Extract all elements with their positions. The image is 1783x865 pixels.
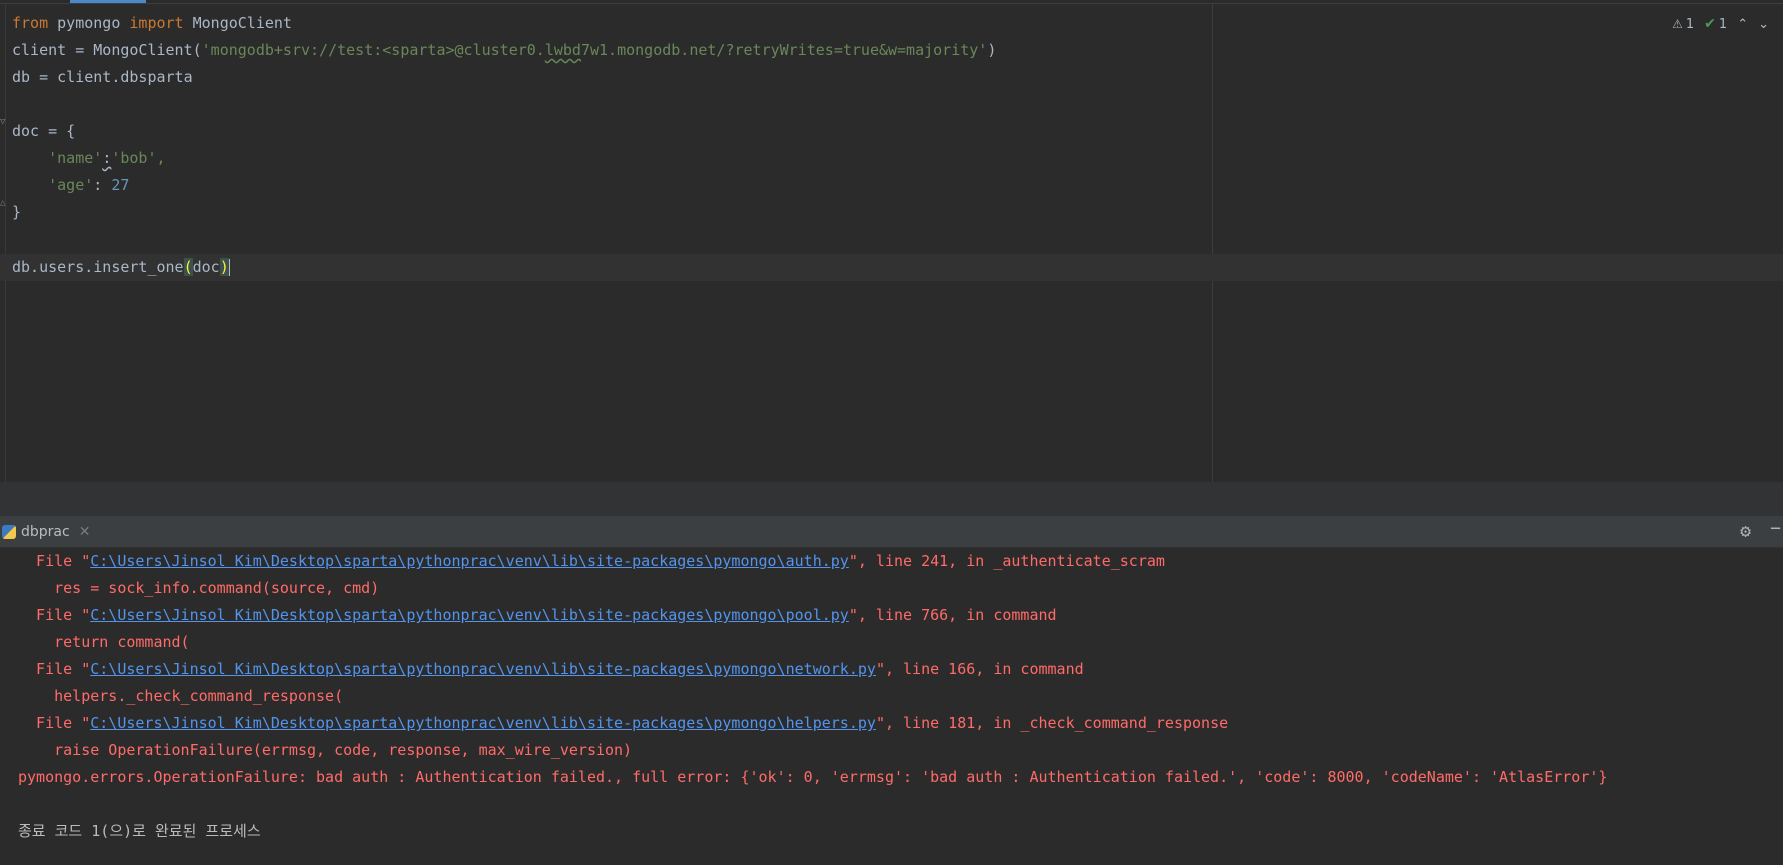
- traceback-code-line: return command(: [18, 633, 190, 651]
- connection-string-typo: lwbd: [544, 41, 581, 59]
- code-editor[interactable]: from pymongo import MongoClient client =…: [0, 4, 1783, 482]
- file-suffix: ", line 181, in _check_command_response: [875, 714, 1229, 732]
- code-line-7[interactable]: 'age': 27: [12, 172, 129, 199]
- code-line-5[interactable]: doc = {: [12, 118, 75, 145]
- next-highlight-icon[interactable]: ⌄: [1758, 17, 1769, 32]
- matched-paren-open: (: [183, 258, 193, 276]
- traceback-file-line: File "C:\Users\Jinsol Kim\Desktop\sparta…: [18, 602, 1057, 629]
- inspection-widget[interactable]: ⚠ 1 ✔ 1 ⌃ ⌄: [1672, 16, 1769, 32]
- close-paren: ): [987, 41, 997, 59]
- colon: :: [93, 176, 112, 194]
- file-link-helpers[interactable]: C:\Users\Jinsol Kim\Desktop\sparta\pytho…: [90, 714, 876, 732]
- error-message: pymongo.errors.OperationFailure: bad aut…: [18, 768, 1608, 786]
- doc-open: doc = {: [12, 122, 76, 140]
- value-bob: 'bob',: [111, 149, 166, 167]
- check-icon: ✔: [1704, 16, 1716, 32]
- code-line-10[interactable]: db.users.insert_one(doc): [12, 254, 230, 281]
- class-name: MongoClient: [183, 14, 292, 32]
- keyword-from: from: [12, 14, 49, 32]
- warnings-indicator[interactable]: ⚠ 1: [1672, 17, 1694, 32]
- panel-divider[interactable]: [0, 482, 1783, 516]
- traceback-file-line: File "C:\Users\Jinsol Kim\Desktop\sparta…: [18, 710, 1228, 737]
- insert-call: db.users.insert_one: [12, 258, 184, 276]
- file-suffix: ", line 166, in command: [875, 660, 1084, 678]
- client-assign: client = MongoClient(: [12, 41, 202, 59]
- code-line-6[interactable]: 'name':'bob',: [12, 145, 166, 172]
- python-icon: [2, 524, 16, 539]
- file-link-pool[interactable]: C:\Users\Jinsol Kim\Desktop\sparta\pytho…: [90, 606, 849, 624]
- code-line-2[interactable]: client = MongoClient('mongodb+srv://test…: [12, 37, 996, 64]
- traceback-code-line: raise OperationFailure(errmsg, code, res…: [18, 741, 633, 759]
- text-caret: [228, 259, 230, 276]
- key-name: 'name': [48, 149, 103, 167]
- file-suffix: ", line 241, in _authenticate_scram: [848, 552, 1165, 570]
- ok-count: 1: [1718, 16, 1728, 32]
- run-tool-window-header: dbprac ✕ ⚙ −: [0, 516, 1783, 548]
- process-exit-message: 종료 코드 1(으)로 완료된 프로세스: [18, 822, 261, 840]
- traceback-file-line: File "C:\Users\Jinsol Kim\Desktop\sparta…: [18, 548, 1165, 575]
- traceback-file-line: File "C:\Users\Jinsol Kim\Desktop\sparta…: [18, 656, 1084, 683]
- previous-highlight-icon[interactable]: ⌃: [1737, 17, 1748, 32]
- value-27: 27: [111, 176, 130, 194]
- fold-start-icon[interactable]: ▽: [0, 118, 8, 127]
- code-line-1[interactable]: from pymongo import MongoClient: [12, 10, 292, 37]
- colon-warning: :: [102, 149, 112, 167]
- file-prefix: File ": [18, 606, 91, 624]
- connection-string-part1: 'mongodb+srv://test:<sparta>@cluster0.: [201, 41, 545, 59]
- doc-close: }: [12, 203, 22, 221]
- arg-doc: doc: [192, 258, 220, 276]
- fold-end-icon[interactable]: △: [0, 199, 8, 208]
- file-prefix: File ": [18, 552, 91, 570]
- module-name: pymongo: [48, 14, 130, 32]
- warning-icon: ⚠: [1672, 17, 1683, 31]
- right-margin-guide: [1212, 4, 1213, 482]
- run-console[interactable]: File "C:\Users\Jinsol Kim\Desktop\sparta…: [0, 548, 1783, 865]
- matched-paren-close: ): [219, 258, 229, 276]
- key-age: 'age': [48, 176, 94, 194]
- close-icon[interactable]: ✕: [79, 524, 91, 540]
- run-tab-dbprac[interactable]: dbprac ✕: [0, 516, 90, 547]
- warnings-count: 1: [1685, 16, 1695, 32]
- db-assign: db = client.dbsparta: [12, 68, 193, 86]
- file-link-auth[interactable]: C:\Users\Jinsol Kim\Desktop\sparta\pytho…: [90, 552, 849, 570]
- file-prefix: File ": [18, 660, 91, 678]
- traceback-code-line: res = sock_info.command(source, cmd): [18, 579, 380, 597]
- run-tab-label: dbprac: [21, 523, 70, 540]
- gear-icon[interactable]: ⚙: [1740, 521, 1751, 542]
- file-link-network[interactable]: C:\Users\Jinsol Kim\Desktop\sparta\pytho…: [90, 660, 876, 678]
- ok-indicator[interactable]: ✔ 1: [1704, 16, 1727, 32]
- file-suffix: ", line 766, in command: [848, 606, 1057, 624]
- code-line-3[interactable]: db = client.dbsparta: [12, 64, 193, 91]
- keyword-import: import: [129, 14, 184, 32]
- connection-string-part2: 7w1.mongodb.net/?retryWrites=true&w=majo…: [580, 41, 988, 59]
- code-line-8[interactable]: }: [12, 199, 21, 226]
- file-prefix: File ": [18, 714, 91, 732]
- current-line-highlight: [0, 254, 1783, 281]
- traceback-code-line: helpers._check_command_response(: [18, 687, 344, 705]
- gutter-border: [5, 4, 6, 482]
- minimize-icon[interactable]: −: [1770, 518, 1781, 539]
